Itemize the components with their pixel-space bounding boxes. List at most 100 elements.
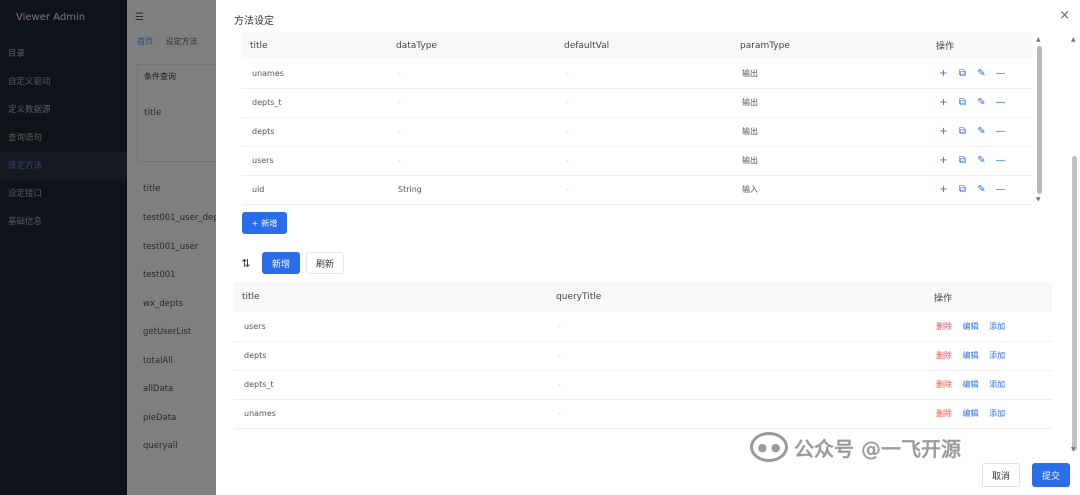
col-header-datatype: dataType: [388, 32, 556, 59]
cell-title: unames: [242, 59, 388, 89]
cell-title: uid: [242, 175, 388, 205]
method-settings-dialog: 方法设定 × title dataType defaultVal paramTy…: [216, 0, 1080, 495]
scroll-up-icon[interactable]: ▲: [1071, 36, 1076, 43]
add-link[interactable]: 添加: [989, 351, 1005, 360]
params-scrollbar[interactable]: ▲ ▼: [1033, 36, 1043, 204]
delete-link[interactable]: 删除: [936, 351, 952, 360]
edit-icon[interactable]: ✎: [976, 68, 987, 79]
add-icon[interactable]: +: [938, 126, 949, 137]
dialog-title: 方法设定: [234, 16, 274, 27]
scroll-down-icon[interactable]: ▼: [1036, 196, 1041, 203]
app-root: Viewer Admin 目录 自定义驱动 定义数据源 查询语句 设定方法 设定…: [0, 0, 1080, 495]
remove-icon[interactable]: —: [995, 68, 1006, 79]
add-button[interactable]: 新增: [262, 252, 300, 274]
remove-icon[interactable]: —: [995, 155, 1006, 166]
cell-actions: 删除 编辑 添加: [926, 341, 1052, 371]
table-row: depts - 删除 编辑 添加: [234, 341, 1052, 371]
cell-defaultval: -: [556, 117, 732, 147]
table-row: unames - 删除 编辑 添加: [234, 399, 1052, 429]
cell-querytitle: -: [548, 312, 926, 342]
cell-datatype: -: [388, 117, 556, 147]
query-list-table: title queryTitle 操作 users - 删除 编辑 添加 dep…: [234, 282, 1052, 429]
wechat-icon: ● ●: [750, 432, 788, 462]
cell-paramtype: 输入: [732, 175, 928, 205]
watermark: ● ● 公众号 @一飞开源: [750, 432, 961, 462]
table-row: uid String - 输入 + ⧉ ✎ —: [242, 175, 1032, 205]
add-param-button[interactable]: + 新增: [242, 212, 287, 234]
cell-title: depts_t: [234, 370, 548, 400]
cell-title: depts_t: [242, 88, 388, 118]
add-icon[interactable]: +: [938, 184, 949, 195]
cell-actions: 删除 编辑 添加: [926, 370, 1052, 400]
cell-querytitle: -: [548, 370, 926, 400]
cell-ops: + ⧉ ✎ —: [928, 146, 1032, 176]
watermark-text: 公众号 @一飞开源: [794, 436, 961, 461]
add-param-label: 新增: [261, 218, 278, 228]
col-header-ops: 操作: [928, 32, 1032, 59]
cell-querytitle: -: [548, 341, 926, 371]
remove-icon[interactable]: —: [995, 184, 1006, 195]
copy-icon[interactable]: ⧉: [957, 68, 968, 79]
copy-icon[interactable]: ⧉: [957, 155, 968, 166]
cell-actions: 删除 编辑 添加: [926, 399, 1052, 429]
cell-paramtype: 输出: [732, 88, 928, 118]
col-header-querytitle: queryTitle: [548, 282, 926, 312]
edit-icon[interactable]: ✎: [976, 155, 987, 166]
cell-title: depts: [242, 117, 388, 147]
edit-link[interactable]: 编辑: [963, 351, 979, 360]
dialog-scrollbar[interactable]: ▲ ▼: [1071, 36, 1078, 456]
cell-title: users: [234, 312, 548, 342]
add-link[interactable]: 添加: [989, 380, 1005, 389]
add-link[interactable]: 添加: [989, 409, 1005, 418]
table-row: depts_t - - 输出 + ⧉ ✎ —: [242, 88, 1032, 118]
cell-title: users: [242, 146, 388, 176]
delete-link[interactable]: 删除: [936, 409, 952, 418]
edit-link[interactable]: 编辑: [963, 322, 979, 331]
cell-ops: + ⧉ ✎ —: [928, 88, 1032, 118]
table-row: unames - - 输出 + ⧉ ✎ —: [242, 59, 1032, 89]
refresh-button[interactable]: 刷新: [306, 252, 344, 274]
table-row: depts - - 输出 + ⧉ ✎ —: [242, 117, 1032, 147]
remove-icon[interactable]: —: [995, 126, 1006, 137]
edit-link[interactable]: 编辑: [963, 409, 979, 418]
edit-icon[interactable]: ✎: [976, 184, 987, 195]
col-header-defaultval: defaultVal: [556, 32, 732, 59]
copy-icon[interactable]: ⧉: [957, 97, 968, 108]
copy-icon[interactable]: ⧉: [957, 184, 968, 195]
cell-paramtype: 输出: [732, 117, 928, 147]
cancel-button[interactable]: 取消: [982, 463, 1020, 487]
cell-paramtype: 输出: [732, 146, 928, 176]
scrollbar-thumb[interactable]: [1037, 46, 1042, 194]
scrollbar-thumb[interactable]: [1072, 156, 1077, 451]
scroll-up-icon[interactable]: ▲: [1036, 36, 1041, 43]
copy-icon[interactable]: ⧉: [957, 126, 968, 137]
cell-paramtype: 输出: [732, 59, 928, 89]
params-table: title dataType defaultVal paramType 操作 u…: [242, 32, 1032, 205]
cell-ops: + ⧉ ✎ —: [928, 117, 1032, 147]
edit-icon[interactable]: ✎: [976, 126, 987, 137]
delete-link[interactable]: 删除: [936, 380, 952, 389]
add-icon[interactable]: +: [938, 97, 949, 108]
close-icon[interactable]: ×: [1059, 8, 1070, 23]
table-row: depts_t - 删除 编辑 添加: [234, 370, 1052, 400]
cell-actions: 删除 编辑 添加: [926, 312, 1052, 342]
cell-ops: + ⧉ ✎ —: [928, 175, 1032, 205]
modal-overlay[interactable]: [0, 0, 216, 495]
edit-link[interactable]: 编辑: [963, 380, 979, 389]
cell-defaultval: -: [556, 88, 732, 118]
add-icon[interactable]: +: [938, 155, 949, 166]
cell-datatype: -: [388, 88, 556, 118]
remove-icon[interactable]: —: [995, 97, 1006, 108]
col-header-paramtype: paramType: [732, 32, 928, 59]
add-link[interactable]: 添加: [989, 322, 1005, 331]
cell-defaultval: -: [556, 175, 732, 205]
edit-icon[interactable]: ✎: [976, 97, 987, 108]
cell-defaultval: -: [556, 146, 732, 176]
delete-link[interactable]: 删除: [936, 322, 952, 331]
cell-ops: + ⧉ ✎ —: [928, 59, 1032, 89]
sort-icon[interactable]: ⇅: [236, 252, 256, 274]
submit-button[interactable]: 提交: [1032, 463, 1070, 487]
table-row: users - 删除 编辑 添加: [234, 312, 1052, 342]
add-icon[interactable]: +: [938, 68, 949, 79]
scroll-down-icon[interactable]: ▼: [1071, 446, 1076, 453]
